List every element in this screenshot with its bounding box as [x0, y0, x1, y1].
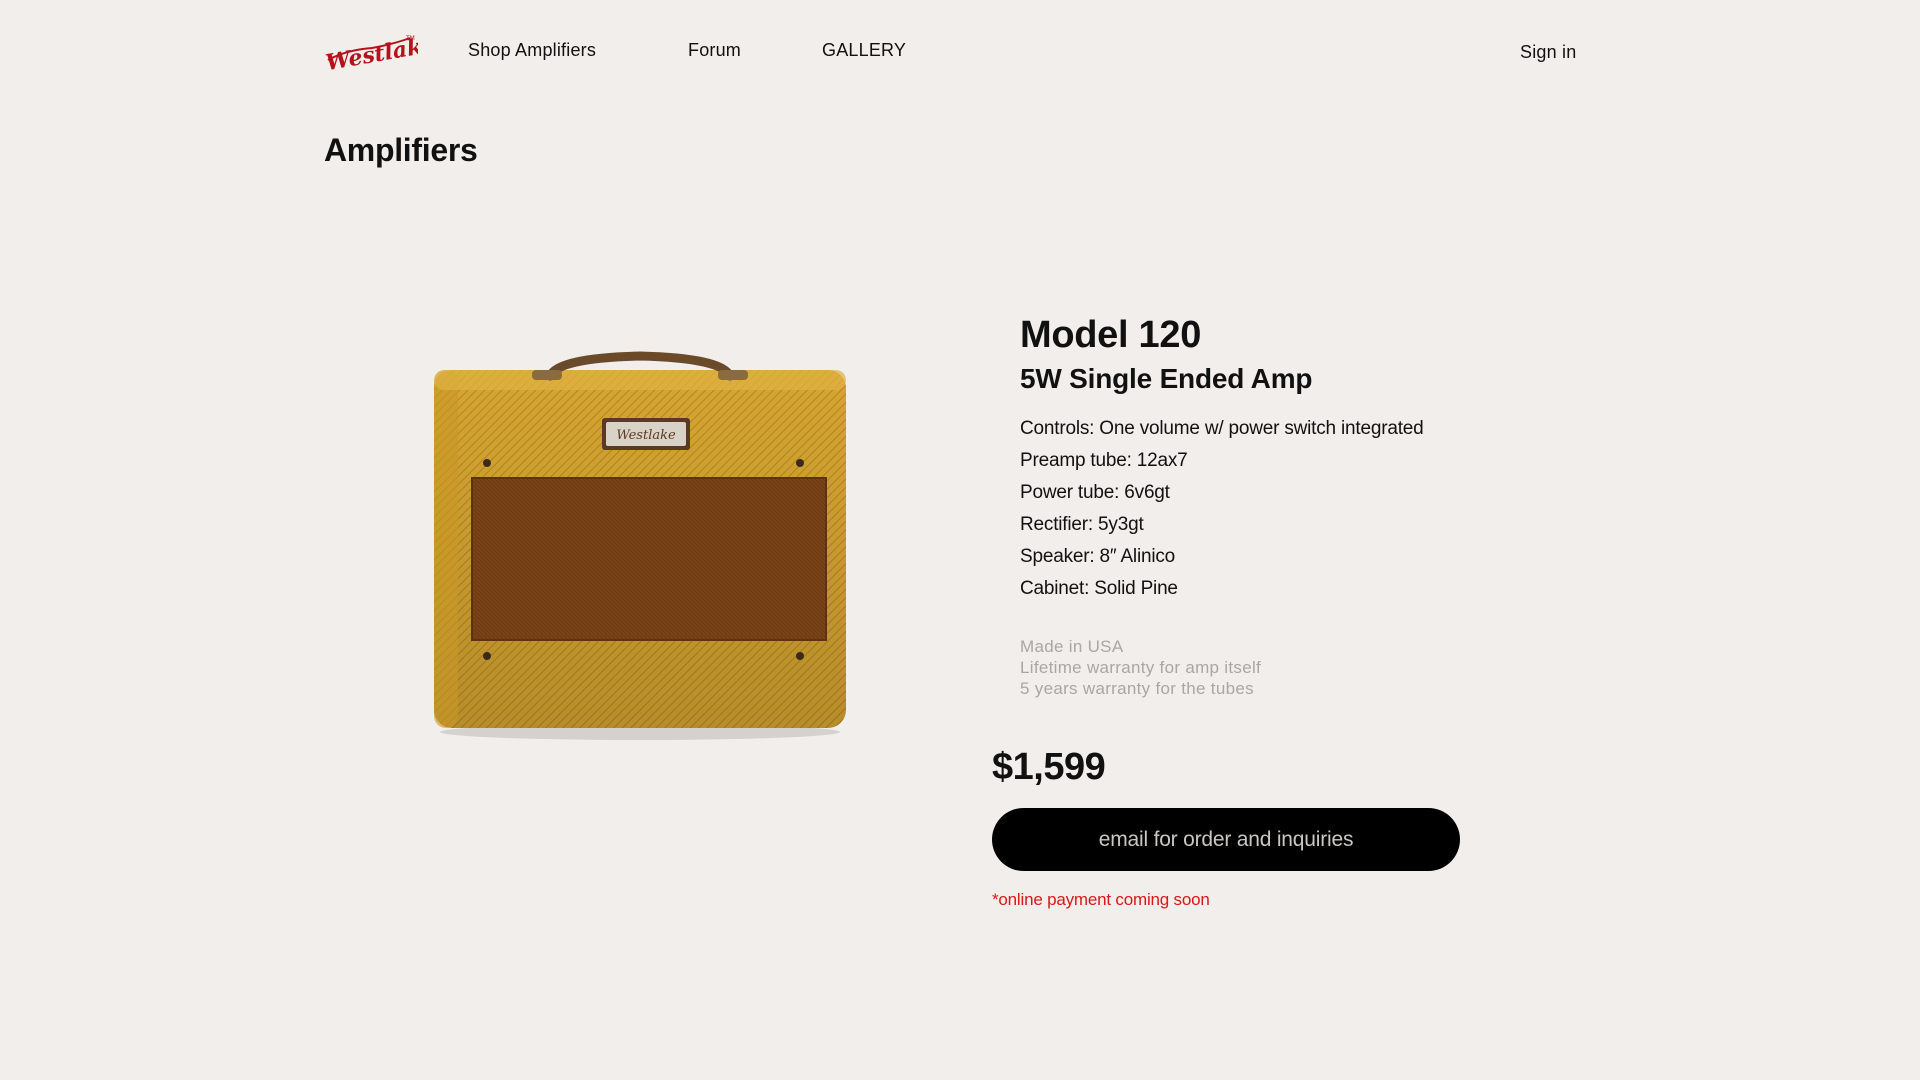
nav-forum[interactable]: Forum: [688, 40, 741, 61]
nav-shop-amplifiers[interactable]: Shop Amplifiers: [468, 40, 596, 61]
spec-item: Speaker: 8″ Alinico: [1020, 546, 1176, 567]
email-inquiry-button[interactable]: email for order and inquiries: [992, 808, 1460, 871]
spec-item: Power tube: 6v6gt: [1020, 482, 1170, 503]
svg-text:Westlake: Westlake: [616, 428, 676, 443]
nav-gallery[interactable]: GALLERY: [822, 40, 906, 61]
spec-list: Controls: One volume w/ power switch int…: [1020, 413, 1424, 605]
spec-item: Rectifier: 5y3gt: [1020, 514, 1144, 535]
note-item: Made in USA: [1020, 637, 1124, 656]
logo-text: Westlake: [324, 31, 418, 76]
spec-item: Preamp tube: 12ax7: [1020, 450, 1188, 471]
amplifier-image: Westlake: [420, 344, 860, 744]
logo-icon: Westlake TM: [324, 31, 438, 76]
note-item: Lifetime warranty for amp itself: [1020, 658, 1262, 677]
spec-item: Controls: One volume w/ power switch int…: [1020, 418, 1424, 439]
product-subtitle: 5W Single Ended Amp: [1020, 363, 1313, 394]
note-item: 5 years warranty for the tubes: [1020, 679, 1254, 698]
svg-text:TM: TM: [405, 35, 415, 42]
sign-in-link[interactable]: Sign in: [1520, 42, 1576, 63]
product-page: Westlake TM Shop Amplifiers Forum GALLER…: [0, 0, 1920, 1080]
spec-item: Cabinet: Solid Pine: [1020, 578, 1178, 599]
product-name: Model 120: [1020, 314, 1202, 356]
payment-note: *online payment coming soon: [992, 890, 1210, 909]
page-title: Amplifiers: [324, 132, 478, 168]
westlake-logo[interactable]: Westlake TM: [322, 30, 438, 76]
product-price: $1,599: [992, 746, 1106, 788]
warranty-notes: Made in USA Lifetime warranty for amp it…: [1020, 636, 1261, 699]
